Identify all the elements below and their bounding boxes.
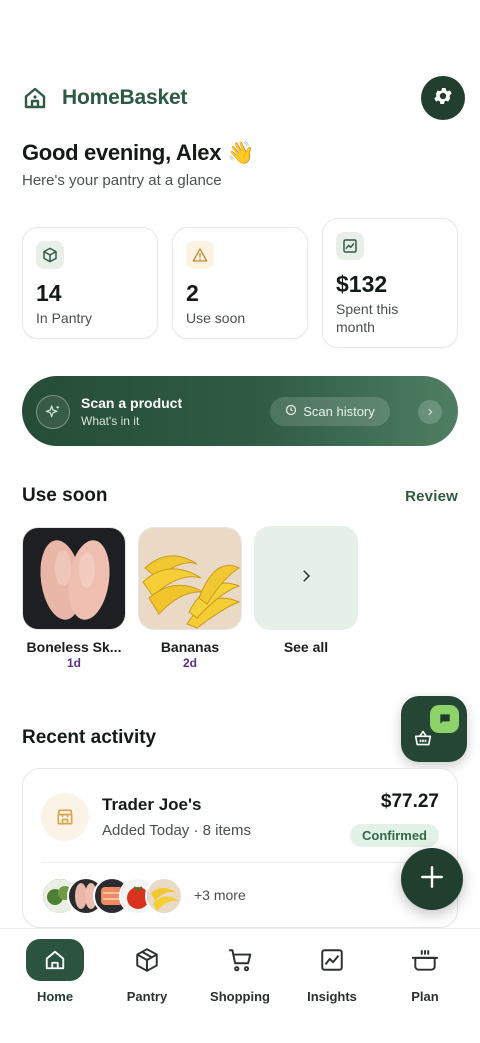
bottom-tab-bar: Home Pantry Shopping Insights Plan [0, 928, 480, 1043]
more-items-label: +3 more [194, 887, 246, 903]
settings-button[interactable] [421, 76, 465, 120]
tab-shopping[interactable]: Shopping [195, 939, 285, 1015]
activity-card[interactable]: Trader Joe's Added Today · 8 items $77.2… [22, 768, 458, 928]
review-link[interactable]: Review [405, 488, 458, 505]
stat-label: Use soon [186, 310, 246, 326]
see-all-label[interactable]: See all [251, 639, 361, 655]
store-name: Trader Joe's [102, 795, 202, 814]
brand-name: HomeBasket [62, 86, 188, 109]
tab-label: Shopping [210, 989, 270, 1004]
warning-icon [186, 241, 214, 269]
scan-title: Scan a product [81, 395, 183, 411]
stat-card-spent[interactable]: $132 Spent this month [322, 218, 458, 348]
item-image-bananas[interactable] [138, 527, 242, 630]
tab-home[interactable]: Home [10, 939, 100, 1015]
tab-label: Plan [411, 989, 439, 1004]
recent-activity-title: Recent activity [22, 727, 157, 748]
stat-value: $132 [336, 271, 388, 297]
item-name: Boneless Sk... [26, 639, 122, 655]
sparkle-icon [36, 395, 70, 429]
stat-value: 2 [186, 280, 199, 306]
scan-history-label: Scan history [303, 404, 375, 419]
item-days-left: 2d [182, 656, 197, 670]
box-icon [118, 939, 176, 981]
gear-icon [432, 85, 454, 112]
item-days-left: 1d [66, 656, 81, 670]
home-icon [22, 85, 48, 111]
stat-label: Spent this month [336, 301, 399, 335]
plus-icon [419, 864, 445, 895]
stat-label: In Pantry [36, 310, 93, 326]
cart-icon [211, 939, 269, 981]
scan-subtitle: What's in it [81, 414, 140, 428]
chevron-right-icon[interactable] [418, 400, 442, 424]
see-all-tile[interactable] [254, 526, 358, 630]
item-thumbnails [41, 877, 191, 915]
activity-amount: $77.27 [380, 791, 439, 812]
store-icon [41, 793, 89, 841]
chart-icon [336, 232, 364, 260]
chat-bubble-icon [430, 705, 459, 733]
chart-icon [303, 939, 361, 981]
tab-label: Pantry [126, 989, 168, 1004]
tab-label: Home [36, 989, 74, 1004]
box-icon [36, 241, 64, 269]
tab-plan[interactable]: Plan [380, 939, 470, 1015]
assistant-chat-button[interactable] [401, 696, 467, 762]
activity-meta: Added Today · 8 items [102, 822, 251, 839]
tab-pantry[interactable]: Pantry [102, 939, 192, 1015]
pot-icon [396, 939, 454, 981]
divider [41, 862, 439, 863]
item-thumbnail [145, 877, 183, 915]
stat-card-pantry[interactable]: 14 In Pantry [22, 227, 158, 339]
scan-product-banner[interactable]: Scan a product What's in it Scan history [22, 376, 458, 446]
tab-insights[interactable]: Insights [287, 939, 377, 1015]
tab-label: Insights [307, 989, 357, 1004]
greeting-title: Good evening, Alex 👋 [22, 140, 255, 165]
stat-value: 14 [36, 280, 62, 306]
app-header: HomeBasket [22, 76, 465, 120]
stat-card-use-soon[interactable]: 2 Use soon [172, 227, 308, 339]
home-icon [26, 939, 84, 981]
status-badge: Confirmed [350, 824, 439, 847]
item-name: Bananas [160, 639, 220, 655]
scan-history-button[interactable]: Scan history [270, 397, 390, 426]
chevron-right-icon [297, 567, 315, 590]
item-image-chicken[interactable] [22, 527, 126, 630]
add-button[interactable] [401, 848, 463, 910]
clock-icon [285, 404, 297, 419]
basket-icon [413, 729, 433, 752]
use-soon-title: Use soon [22, 485, 108, 506]
greeting-subtitle: Here's your pantry at a glance [22, 172, 222, 189]
